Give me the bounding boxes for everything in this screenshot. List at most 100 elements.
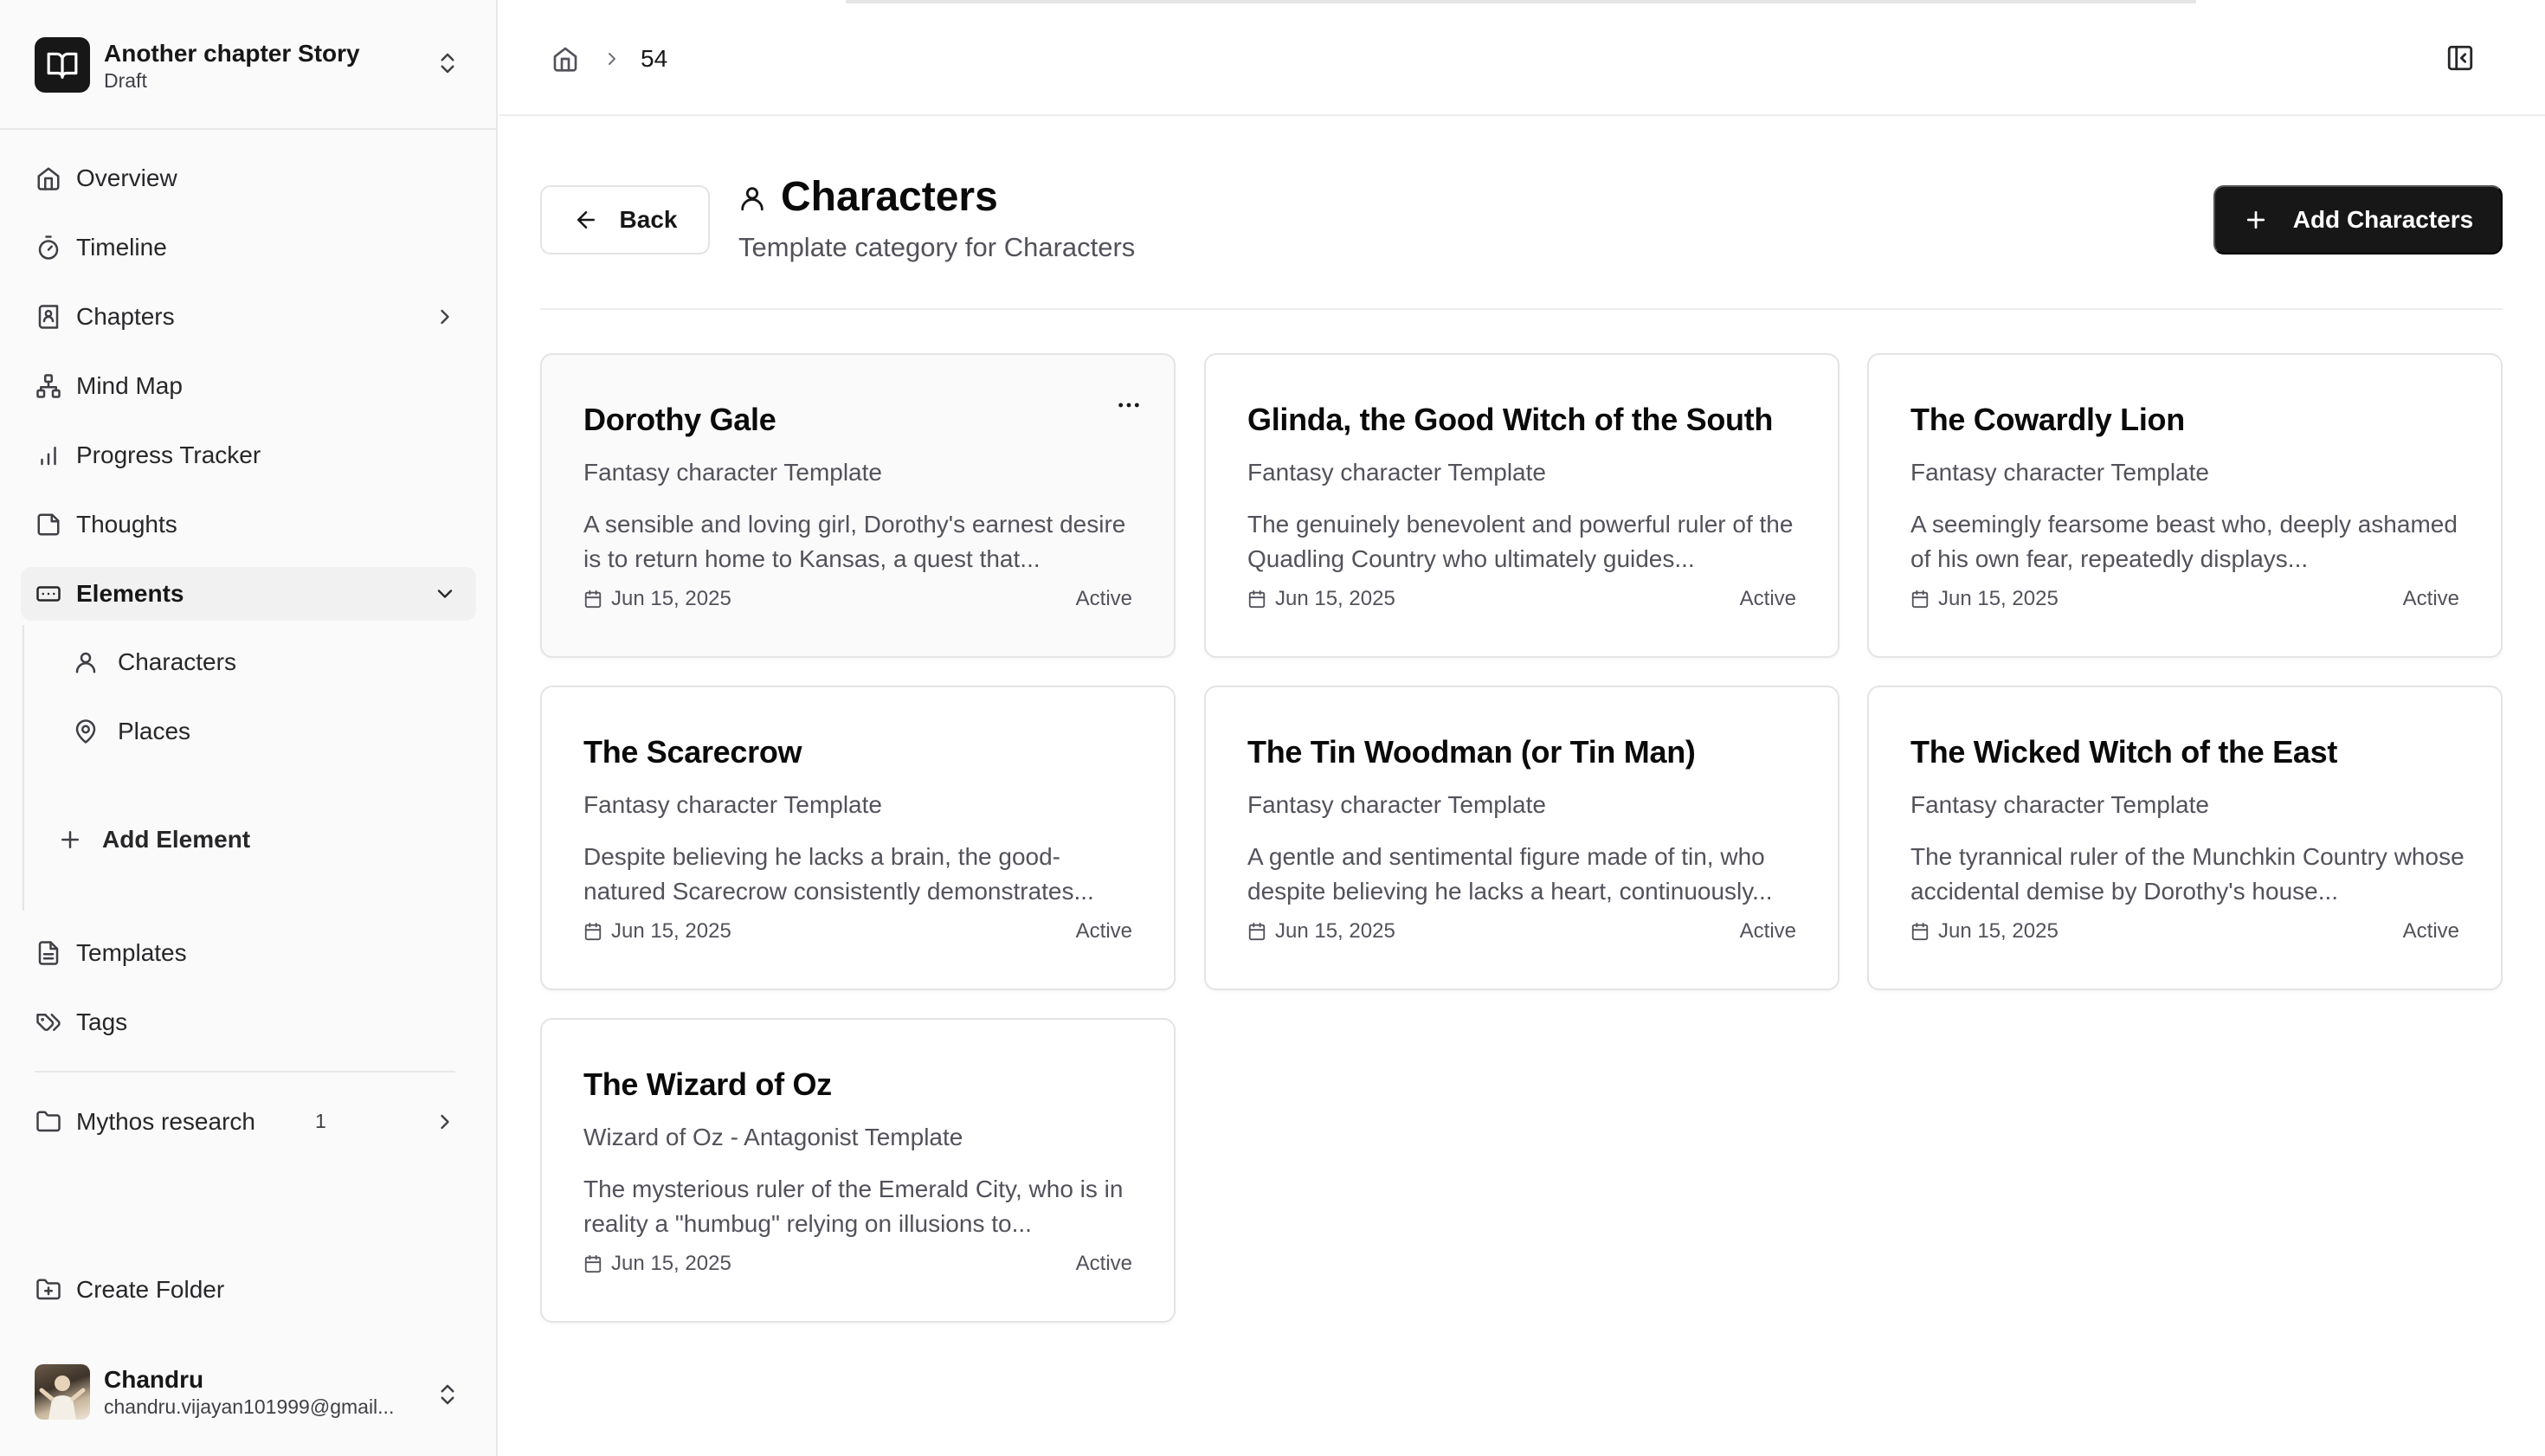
- character-card[interactable]: Glinda, the Good Witch of the South Fant…: [1204, 353, 1839, 658]
- card-status: Active: [2402, 587, 2459, 610]
- chevrons-up-down-icon[interactable]: [435, 50, 461, 76]
- sidebar-item-templates[interactable]: Templates: [21, 926, 476, 980]
- card-template: Wizard of Oz - Antagonist Template: [583, 1124, 963, 1150]
- book-user-icon: [35, 303, 62, 331]
- character-card[interactable]: The Cowardly Lion Fantasy character Temp…: [1867, 353, 2503, 658]
- sidebar-item-thoughts[interactable]: Thoughts: [21, 498, 476, 551]
- card-status: Active: [1075, 919, 1132, 943]
- card-title: The Scarecrow: [583, 734, 802, 770]
- card-description: Despite believing he lacks a brain, the …: [583, 843, 1094, 905]
- sidebar-item-tags[interactable]: Tags: [21, 995, 476, 1049]
- card-description: A gentle and sentimental figure made of …: [1247, 843, 1773, 905]
- calendar-icon: [1247, 922, 1266, 941]
- home-icon: [35, 164, 62, 192]
- sidebar-item-label: Timeline: [76, 234, 167, 261]
- sidebar-item-label: Mind Map: [76, 372, 183, 399]
- sidebar-item-label: Progress Tracker: [76, 441, 261, 468]
- sidebar-item-label: Chapters: [76, 303, 175, 330]
- chevrons-up-down-icon: [435, 1382, 461, 1408]
- calendar-icon: [1910, 589, 1930, 609]
- card-status: Active: [1739, 919, 1796, 943]
- card-template: Fantasy character Template: [583, 791, 882, 818]
- sidebar-folder-mythos-research[interactable]: Mythos research 1: [21, 1095, 476, 1149]
- card-date: Jun 15, 2025: [583, 1252, 731, 1276]
- chevron-right-icon: [433, 1110, 457, 1134]
- sidebar-item-overview[interactable]: Overview: [21, 151, 476, 205]
- more-horizontal-icon[interactable]: [1115, 391, 1143, 419]
- card-date-label: Jun 15, 2025: [1938, 919, 2059, 943]
- sidebar-divider: [35, 1071, 455, 1073]
- tags-icon: [35, 1008, 62, 1036]
- card-title: Dorothy Gale: [583, 402, 776, 437]
- create-folder-button[interactable]: Create Folder: [21, 1263, 476, 1317]
- sticky-note-icon: [35, 511, 62, 538]
- add-characters-label: Add Characters: [2292, 206, 2474, 233]
- submenu-rail: [23, 625, 24, 911]
- file-text-icon: [35, 939, 62, 967]
- page-title: Characters: [781, 174, 998, 220]
- sidebar-subitem-label: Characters: [118, 648, 236, 675]
- sidebar-subitem-characters[interactable]: Characters: [64, 636, 471, 688]
- user-email: chandru.vijayan101999@gmail...: [104, 1395, 395, 1418]
- card-date-label: Jun 15, 2025: [611, 587, 731, 610]
- sidebar-subitem-places[interactable]: Places: [64, 705, 471, 757]
- character-card[interactable]: The Wizard of Oz Wizard of Oz - Antagoni…: [540, 1018, 1176, 1323]
- add-element-button[interactable]: Add Element: [57, 814, 250, 866]
- sidebar-item-elements[interactable]: Elements: [21, 567, 476, 621]
- story-switcher[interactable]: Another chapter Story Draft: [0, 0, 498, 130]
- user-name: Chandru: [104, 1366, 204, 1393]
- card-template: Fantasy character Template: [1247, 791, 1546, 818]
- network-icon: [35, 372, 62, 400]
- card-title: The Cowardly Lion: [1910, 402, 2185, 437]
- card-status: Active: [1075, 1252, 1132, 1275]
- card-template: Fantasy character Template: [1247, 459, 1546, 486]
- card-description: A sensible and loving girl, Dorothy's ea…: [583, 511, 1126, 572]
- character-card[interactable]: The Wicked Witch of the East Fantasy cha…: [1867, 686, 2503, 990]
- sidebar-folder-label: Mythos research: [76, 1108, 255, 1135]
- card-description: The tyrannical ruler of the Munchkin Cou…: [1910, 843, 2464, 905]
- home-icon[interactable]: [551, 45, 579, 73]
- sidebar-item-label: Elements: [76, 580, 184, 607]
- create-folder-label: Create Folder: [76, 1276, 225, 1303]
- character-card[interactable]: The Scarecrow Fantasy character Template…: [540, 686, 1176, 990]
- card-date: Jun 15, 2025: [1247, 587, 1395, 611]
- card-description: The genuinely benevolent and powerful ru…: [1247, 511, 1794, 572]
- user-icon: [738, 184, 767, 213]
- sidebar-item-label: Thoughts: [76, 511, 177, 538]
- sidebar-item-chapters[interactable]: Chapters: [21, 290, 476, 344]
- sidebar-item-label: Templates: [76, 939, 187, 966]
- card-date: Jun 15, 2025: [1910, 587, 2059, 611]
- sidebar-subitem-label: Places: [118, 718, 191, 744]
- arrow-left-icon: [573, 207, 599, 233]
- top-bar: 54: [499, 0, 2545, 116]
- user-menu[interactable]: Chandru chandru.vijayan101999@gmail...: [35, 1364, 467, 1425]
- character-card[interactable]: The Tin Woodman (or Tin Man) Fantasy cha…: [1204, 686, 1839, 990]
- card-date: Jun 15, 2025: [583, 919, 731, 944]
- content-divider: [540, 308, 2503, 310]
- card-date-label: Jun 15, 2025: [611, 919, 731, 943]
- sidebar-item-progress-tracker[interactable]: Progress Tracker: [21, 428, 476, 482]
- sidebar-item-label: Overview: [76, 164, 177, 191]
- panel-left-icon[interactable]: [2445, 43, 2475, 73]
- back-button[interactable]: Back: [540, 185, 710, 254]
- story-title: Another chapter Story: [104, 40, 360, 67]
- calendar-icon: [1910, 922, 1930, 941]
- breadcrumb-current: 54: [641, 45, 668, 72]
- card-date-label: Jun 15, 2025: [611, 1252, 731, 1275]
- card-status: Active: [2402, 919, 2459, 943]
- calendar-icon: [1247, 589, 1266, 609]
- book-open-icon: [35, 37, 90, 93]
- card-description: A seemingly fearsome beast who, deeply a…: [1910, 511, 2458, 572]
- sidebar-item-mind-map[interactable]: Mind Map: [21, 359, 476, 413]
- sidebar: Another chapter Story Draft Overview Tim…: [0, 0, 498, 1456]
- add-characters-button[interactable]: Add Characters: [2213, 185, 2503, 254]
- bar-chart-icon: [35, 441, 62, 469]
- character-card[interactable]: Dorothy Gale Fantasy character Template …: [540, 353, 1176, 658]
- folder-plus-icon: [35, 1276, 62, 1304]
- card-title: The Wicked Witch of the East: [1910, 734, 2338, 770]
- avatar: [35, 1364, 90, 1420]
- user-icon: [73, 649, 99, 675]
- folder-icon: [35, 1108, 62, 1136]
- sidebar-item-timeline[interactable]: Timeline: [21, 221, 476, 274]
- card-date: Jun 15, 2025: [1247, 919, 1395, 944]
